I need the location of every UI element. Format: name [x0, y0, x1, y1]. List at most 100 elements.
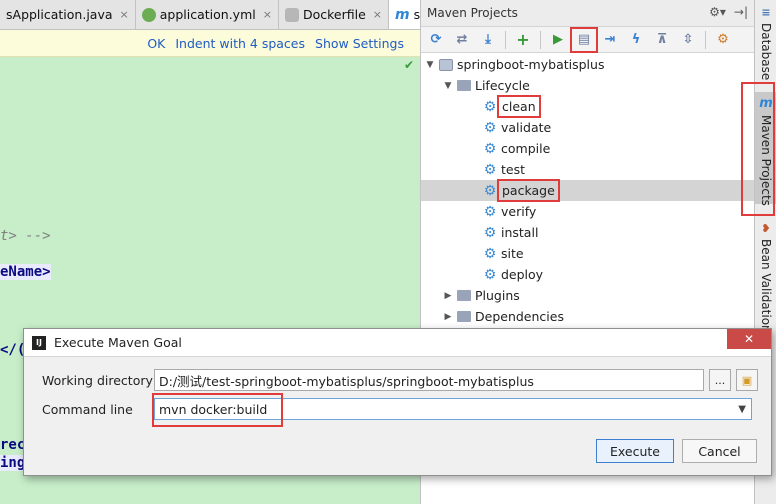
hide-panel-icon[interactable]: →|: [734, 5, 748, 19]
code-line: rec: [0, 437, 26, 453]
tab-label: application.yml: [159, 7, 256, 22]
command-line-label: Command line: [42, 401, 133, 417]
tree-node-goal-verify[interactable]: ⚙ verify: [421, 201, 755, 222]
toolbar-separator: [540, 30, 541, 49]
highlight-box: [741, 82, 775, 216]
ok-link[interactable]: OK: [147, 36, 165, 51]
docker-file-icon: [284, 7, 299, 22]
side-tab-database[interactable]: ≡ Database: [755, 6, 776, 80]
maven-panel-title: Maven Projects: [427, 6, 518, 20]
yaml-icon: [141, 7, 156, 22]
tab-dockerfile[interactable]: Dockerfile ×: [279, 0, 389, 29]
working-directory-field[interactable]: D:/测试/test-springboot-mybatisplus/spring…: [154, 369, 704, 391]
tree-node-goal-package[interactable]: ⚙ package: [421, 179, 755, 202]
code-line: t> -->: [0, 228, 51, 244]
gear-icon[interactable]: ⚙▾: [709, 5, 726, 19]
highlight-box: [152, 393, 283, 427]
expanded-arrow-icon[interactable]: ▼: [425, 60, 435, 70]
show-settings-link[interactable]: Show Settings: [315, 36, 404, 51]
tree-node-label: Dependencies: [475, 309, 564, 324]
code-line: eName>: [0, 264, 51, 280]
tree-node-goal-validate[interactable]: ⚙ validate: [421, 117, 755, 138]
generate-sources-icon[interactable]: ⇄: [451, 30, 473, 50]
tree-node-label: test: [501, 162, 526, 177]
close-icon[interactable]: ×: [120, 8, 129, 21]
close-icon[interactable]: ×: [263, 8, 272, 21]
tree-node-label: validate: [501, 120, 552, 135]
gear-icon: ⚙: [483, 98, 497, 115]
maven-m-icon: m: [394, 6, 410, 23]
close-icon[interactable]: ×: [373, 8, 382, 21]
gear-icon: ⚙: [483, 245, 497, 262]
collapse-all-icon[interactable]: ⇳: [677, 30, 699, 50]
side-tab-label: Bean Validation: [759, 239, 773, 333]
side-tab-label: Database: [759, 23, 773, 81]
tab-application-java[interactable]: sApplication.java ×: [0, 0, 136, 29]
tree-node-project[interactable]: ▼ springboot-mybatisplus: [421, 54, 755, 75]
collapsed-arrow-icon[interactable]: ▶: [443, 312, 453, 322]
indent-notice-bar: OK Indent with 4 spaces Show Settings: [0, 30, 420, 57]
tree-node-goal-site[interactable]: ⚙ site: [421, 243, 755, 264]
show-dependencies-icon[interactable]: ⊼: [651, 30, 673, 50]
run-icon[interactable]: ▶: [547, 30, 569, 50]
toolbar-separator: [505, 30, 506, 49]
tree-node-goal-install[interactable]: ⚙ install: [421, 222, 755, 243]
maven-project-tree: ▼ springboot-mybatisplus ▼ Lifecycle ⚙ c…: [421, 54, 755, 327]
tree-node-label: compile: [501, 141, 551, 156]
tab-label: sApplication.java: [6, 7, 113, 22]
chevron-down-icon[interactable]: ▼: [738, 404, 751, 415]
working-directory-label: Working directory: [42, 372, 153, 388]
tree-node-label: Lifecycle: [475, 78, 530, 93]
gear-icon: ⚙: [483, 161, 497, 178]
tree-node-goal-clean[interactable]: ⚙ clean: [421, 95, 755, 118]
gear-icon: ⚙: [483, 119, 497, 136]
maven-panel-header: Maven Projects ⚙▾ →|: [421, 0, 754, 27]
tab-application-yml[interactable]: application.yml ×: [136, 0, 279, 29]
folder-icon[interactable]: ▣: [736, 369, 758, 391]
browse-button[interactable]: ...: [709, 369, 731, 391]
cancel-button[interactable]: Cancel: [682, 439, 757, 463]
tree-node-lifecycle[interactable]: ▼ Lifecycle: [421, 75, 755, 96]
expanded-arrow-icon[interactable]: ▼: [443, 81, 453, 91]
execute-goal-icon[interactable]: ▤: [570, 26, 598, 53]
dialog-title: Execute Maven Goal: [54, 335, 182, 350]
intellij-icon: IJ: [32, 335, 46, 350]
tree-node-label: verify: [501, 204, 537, 219]
tree-node-label: springboot-mybatisplus: [457, 57, 605, 72]
tree-node-plugins[interactable]: ▶ Plugins: [421, 285, 755, 306]
code-line: </(: [0, 342, 26, 358]
tree-node-label: site: [501, 246, 524, 261]
indent-link[interactable]: Indent with 4 spaces: [175, 36, 305, 51]
folder-icon: [457, 311, 471, 322]
tree-node-dependencies[interactable]: ▶ Dependencies: [421, 306, 755, 327]
tree-node-label: install: [501, 225, 539, 240]
tab-pom[interactable]: m spr: [388, 0, 420, 29]
collapsed-arrow-icon[interactable]: ▶: [443, 291, 453, 301]
skip-tests-icon[interactable]: ϟ: [625, 30, 647, 50]
command-line-row: Command line mvn docker:build ▼: [24, 398, 752, 420]
tree-node-label: package: [497, 179, 560, 202]
download-sources-icon[interactable]: ⤓: [477, 30, 499, 50]
tree-node-goal-deploy[interactable]: ⚙ deploy: [421, 264, 755, 285]
working-directory-value: D:/测试/test-springboot-mybatisplus/spring…: [159, 373, 534, 389]
tree-node-goal-compile[interactable]: ⚙ compile: [421, 138, 755, 159]
toggle-offline-icon[interactable]: ⇥: [599, 30, 621, 50]
tab-label: Dockerfile: [302, 7, 366, 22]
maven-module-icon: [439, 58, 453, 71]
gear-icon: ⚙: [483, 203, 497, 220]
execute-button[interactable]: Execute: [596, 439, 674, 463]
reimport-icon[interactable]: ⟳: [425, 30, 447, 50]
toolbar-separator: [705, 30, 706, 49]
side-tab-bean-validation[interactable]: ❥ Bean Validation: [755, 222, 776, 333]
inspection-ok-icon: ✔: [404, 58, 415, 72]
folder-icon: [457, 80, 471, 91]
gear-icon: ⚙: [483, 224, 497, 241]
execute-maven-goal-dialog: IJ Execute Maven Goal ✕ Working director…: [23, 328, 772, 476]
close-icon[interactable]: ✕: [727, 329, 771, 349]
add-project-icon[interactable]: +: [512, 30, 534, 50]
bean-icon: ❥: [761, 222, 771, 235]
maven-settings-icon[interactable]: ⚙: [712, 30, 734, 50]
maven-toolbar: ⟳ ⇄ ⤓ + ▶ ▤ ⇥ ϟ ⊼ ⇳ ⚙: [421, 26, 754, 53]
working-directory-row: Working directory D:/测试/test-springboot-…: [24, 369, 758, 391]
tree-node-goal-test[interactable]: ⚙ test: [421, 159, 755, 180]
